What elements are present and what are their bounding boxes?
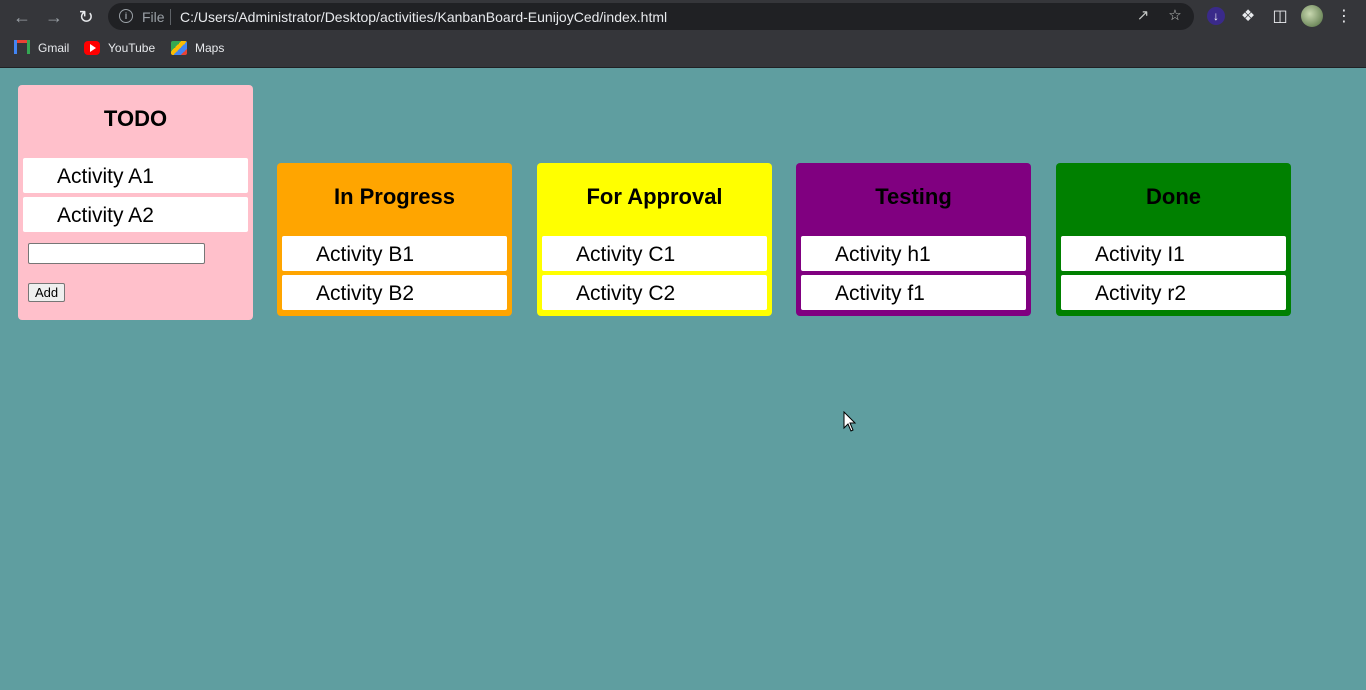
activity-card[interactable]: Activity B1 [282, 236, 507, 271]
avatar[interactable] [1301, 5, 1323, 27]
bookmark-label: Maps [195, 41, 225, 55]
browser-toolbar: ← → ↻ i File C:/Users/Administrator/Desk… [0, 0, 1366, 34]
column-title: Done [1146, 184, 1201, 209]
column-in-progress: In Progress Activity B1 Activity B2 [277, 163, 512, 316]
activity-card[interactable]: Activity A2 [23, 197, 248, 232]
maps-icon [171, 41, 187, 55]
activity-card[interactable]: Activity C2 [542, 275, 767, 310]
url-text[interactable]: C:/Users/Administrator/Desktop/activitie… [180, 9, 667, 25]
activity-card[interactable]: Activity h1 [801, 236, 1026, 271]
extensions-icon[interactable]: ❖ [1237, 6, 1259, 28]
reload-icon[interactable]: ↻ [75, 6, 97, 28]
bookmark-gmail[interactable]: Gmail [14, 39, 69, 57]
youtube-icon [84, 41, 100, 55]
column-done: Done Activity I1 Activity r2 [1056, 163, 1291, 316]
bookmark-maps[interactable]: Maps [171, 39, 224, 57]
file-label: File [142, 9, 165, 25]
column-testing: Testing Activity h1 Activity f1 [796, 163, 1031, 316]
side-panel-icon[interactable]: ◫ [1269, 6, 1291, 28]
back-arrow-icon[interactable]: ← [11, 6, 33, 28]
activity-card[interactable]: Activity r2 [1061, 275, 1286, 310]
column-title: Testing [875, 184, 952, 209]
activity-card[interactable]: Activity C1 [542, 236, 767, 271]
forward-arrow-icon[interactable]: → [43, 6, 65, 28]
activity-card[interactable]: Activity A1 [23, 158, 248, 193]
column-title: TODO [103, 106, 168, 131]
download-icon[interactable]: ↓ [1207, 7, 1225, 25]
address-bar[interactable]: i File C:/Users/Administrator/Desktop/ac… [108, 3, 1194, 30]
star-icon[interactable]: ☆ [1166, 7, 1184, 25]
column-todo: TODO Activity A1 Activity A2 Add [18, 85, 253, 320]
share-icon[interactable]: ↗ [1134, 7, 1152, 25]
column-title: In Progress [333, 184, 456, 209]
activity-card[interactable]: Activity f1 [801, 275, 1026, 310]
column-for-approval: For Approval Activity C1 Activity C2 [537, 163, 772, 316]
mouse-cursor-icon [843, 411, 857, 432]
column-title: For Approval [586, 184, 723, 209]
bookmark-label: Gmail [38, 41, 70, 55]
info-icon[interactable]: i [119, 9, 133, 23]
menu-icon[interactable]: ⋮ [1333, 6, 1355, 28]
browser-chrome: ← → ↻ i File C:/Users/Administrator/Desk… [0, 0, 1366, 68]
activity-card[interactable]: Activity B2 [282, 275, 507, 310]
new-activity-input[interactable] [28, 243, 205, 264]
add-button[interactable]: Add [28, 283, 66, 302]
gmail-icon [14, 39, 30, 57]
divider [170, 9, 171, 25]
bookmark-label: YouTube [108, 41, 156, 55]
activity-card[interactable]: Activity I1 [1061, 236, 1286, 271]
bookmark-youtube[interactable]: YouTube [84, 39, 155, 57]
